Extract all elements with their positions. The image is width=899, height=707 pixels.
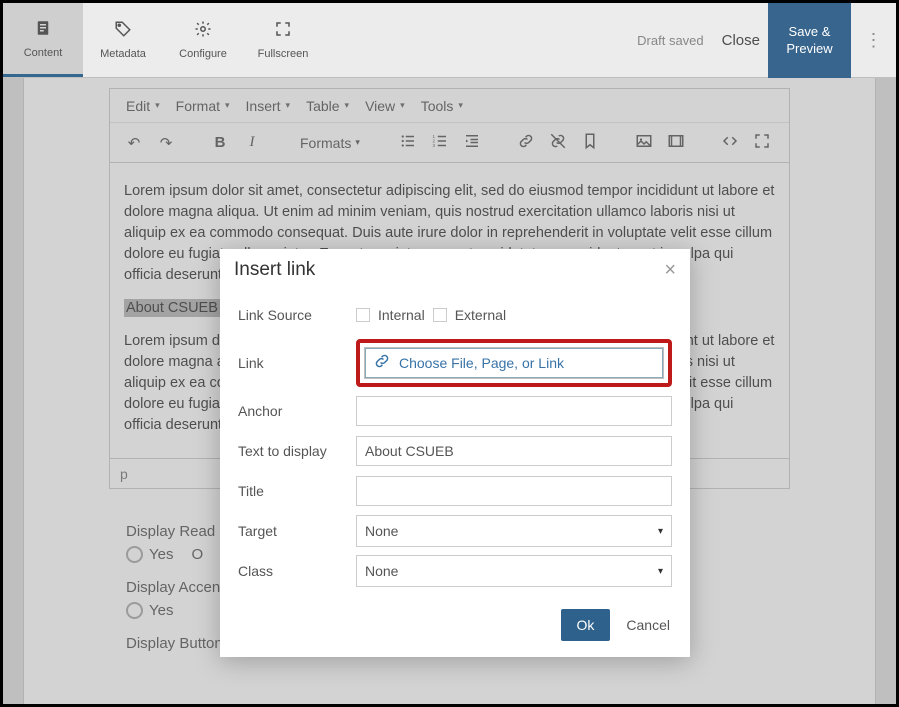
fullscreen-icon	[274, 20, 292, 44]
class-label: Class	[238, 563, 356, 579]
tab-content-label: Content	[24, 47, 63, 59]
link-chain-icon	[373, 352, 391, 374]
topbar-right: Draft saved Close	[323, 3, 768, 77]
title-input[interactable]	[356, 476, 672, 506]
class-select-value: None	[365, 563, 398, 579]
save-preview-button[interactable]: Save & Preview	[768, 3, 851, 78]
insert-link-dialog: Insert link × Link Source Internal Exter…	[220, 249, 690, 657]
cancel-button[interactable]: Cancel	[622, 611, 674, 639]
target-label: Target	[238, 523, 356, 539]
tab-fullscreen-label: Fullscreen	[258, 48, 309, 60]
highlight-frame: Choose File, Page, or Link	[356, 339, 672, 387]
target-select-value: None	[365, 523, 398, 539]
top-toolbar: Content Metadata Configure Fullscreen Dr…	[3, 3, 896, 78]
tab-metadata-label: Metadata	[100, 48, 146, 60]
link-label: Link	[238, 355, 356, 371]
anchor-input[interactable]	[356, 396, 672, 426]
linksource-options: Internal External	[356, 307, 672, 323]
tab-configure-label: Configure	[179, 48, 227, 60]
overflow-menu-button[interactable]: ⋮	[851, 3, 896, 77]
close-icon: ×	[664, 259, 676, 281]
tab-configure[interactable]: Configure	[163, 3, 243, 77]
close-button[interactable]: Close	[722, 32, 760, 49]
anchor-label: Anchor	[238, 403, 356, 419]
internal-checkbox[interactable]	[356, 308, 370, 322]
draft-saved-label: Draft saved	[637, 33, 703, 48]
tag-icon	[114, 20, 132, 44]
gear-icon	[194, 20, 212, 44]
text-to-display-label: Text to display	[238, 443, 356, 459]
title-label: Title	[238, 483, 356, 499]
save-preview-line1: Save &	[789, 24, 831, 41]
target-select[interactable]: None	[356, 515, 672, 547]
choose-link-text: Choose File, Page, or Link	[399, 355, 564, 371]
save-preview-line2: Preview	[786, 41, 832, 58]
external-label: External	[455, 307, 506, 323]
class-select[interactable]: None	[356, 555, 672, 587]
text-to-display-input[interactable]	[356, 436, 672, 466]
tab-fullscreen[interactable]: Fullscreen	[243, 3, 323, 77]
app-window: Content Metadata Configure Fullscreen Dr…	[0, 0, 899, 707]
tab-metadata[interactable]: Metadata	[83, 3, 163, 77]
linksource-label: Link Source	[238, 307, 356, 323]
dialog-title: Insert link	[234, 259, 315, 281]
dots-vertical-icon: ⋮	[865, 30, 883, 51]
external-checkbox[interactable]	[433, 308, 447, 322]
tab-content[interactable]: Content	[3, 3, 83, 77]
ok-button[interactable]: Ok	[561, 609, 611, 641]
dialog-close-button[interactable]: ×	[664, 260, 676, 280]
document-icon	[34, 19, 52, 43]
internal-label: Internal	[378, 307, 425, 323]
choose-link-button[interactable]: Choose File, Page, or Link	[364, 347, 664, 379]
